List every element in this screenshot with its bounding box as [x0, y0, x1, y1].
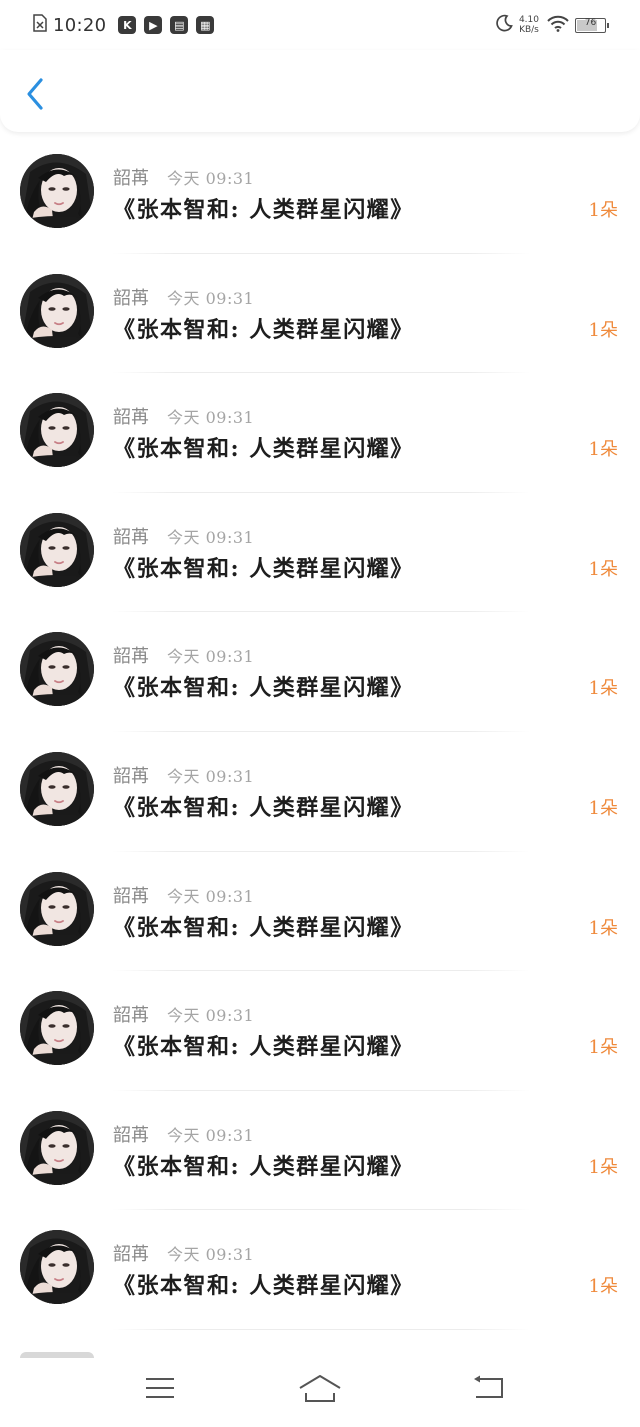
list-item[interactable]: 韶苒 今天 09:31 《张本智和: 人类群星闪耀》 1朵 [0, 732, 640, 852]
net-speed: 4.10 KB/s [519, 15, 539, 35]
avatar[interactable] [20, 154, 94, 228]
flower-count: 1朵 [588, 200, 618, 221]
item-meta: 韶苒 今天 09:31 [113, 403, 254, 429]
item-title: 《张本智和: 人类群星闪耀》 [113, 1153, 414, 1180]
item-title: 《张本智和: 人类群星闪耀》 [113, 1034, 414, 1061]
flower-count: 1朵 [588, 1156, 618, 1178]
flower-count: 1朵 [588, 319, 618, 341]
battery-tip [607, 22, 609, 28]
avatar[interactable] [20, 393, 94, 468]
item-meta: 韶苒 今天 09:31 [113, 1240, 254, 1266]
avatar[interactable] [20, 751, 94, 826]
sim-icon [33, 14, 47, 36]
avatar[interactable] [20, 991, 94, 1066]
item-meta: 韶苒 今天 09:31 [113, 642, 254, 668]
sender-nickname: 韶苒 [113, 646, 149, 668]
sender-nickname: 韶苒 [113, 287, 149, 309]
item-title: 《张本智和: 人类群星闪耀》 [113, 794, 414, 821]
moon-icon [495, 14, 513, 36]
item-meta: 韶苒 今天 09:31 [113, 762, 254, 788]
sender-nickname: 韶苒 [113, 526, 149, 548]
sent-time: 今天 09:31 [167, 1006, 255, 1026]
reader-app-icon: ▤ [170, 16, 189, 34]
wifi-icon [547, 15, 569, 36]
k-app-icon: K [118, 16, 137, 34]
header [0, 50, 640, 132]
sent-time: 今天 09:31 [167, 408, 255, 428]
chevron-left-icon [25, 77, 45, 115]
list-item[interactable]: 韶苒 今天 09:31 《张本智和: 人类群星闪耀》 1朵 [0, 1091, 640, 1211]
sent-time: 今天 09:31 [167, 527, 255, 547]
item-title: 《张本智和: 人类群星闪耀》 [113, 1273, 414, 1300]
item-title: 《张本智和: 人类群星闪耀》 [113, 555, 414, 582]
sent-time: 今天 09:31 [167, 647, 255, 667]
sender-nickname: 韶苒 [113, 885, 149, 907]
navigation-bar [0, 1358, 640, 1427]
avatar[interactable] [20, 632, 94, 707]
flower-count: 1朵 [588, 1276, 618, 1298]
list-item[interactable]: 韶苒 今天 09:31 《张本智和: 人类群星闪耀》 1朵 [0, 1210, 640, 1330]
item-title: 《张本智和: 人类群星闪耀》 [113, 914, 414, 941]
sent-time: 今天 09:31 [167, 1245, 255, 1265]
sender-nickname: 韶苒 [113, 1005, 149, 1027]
flower-count: 1朵 [588, 558, 618, 580]
sender-nickname: 韶苒 [113, 168, 149, 189]
list-item[interactable]: 韶苒 今天 09:31 《张本智和: 人类群星闪耀》 1朵 [0, 373, 640, 493]
list-item[interactable]: 韶苒 今天 09:31 《张本智和: 人类群星闪耀》 1朵 [0, 493, 640, 613]
back-button[interactable] [18, 76, 52, 116]
back-icon [472, 1375, 504, 1405]
item-title: 《张本智和: 人类群星闪耀》 [113, 436, 414, 463]
sender-nickname: 韶苒 [113, 765, 149, 787]
sent-time: 今天 09:31 [167, 169, 255, 188]
flower-count: 1朵 [588, 917, 618, 939]
system-back-button[interactable] [458, 1372, 518, 1408]
flower-count: 1朵 [588, 439, 618, 461]
video-app-icon: ▶ [144, 16, 163, 34]
sent-time: 今天 09:31 [167, 886, 255, 906]
row-divider [112, 1328, 530, 1330]
home-button[interactable] [290, 1372, 350, 1408]
avatar[interactable] [20, 871, 94, 946]
battery-icon: 76 [575, 17, 609, 33]
list-item[interactable]: 韶苒 今天 09:31 《张本智和: 人类群星闪耀》 1朵 [0, 254, 640, 374]
status-bar-right: 4.10 KB/s 76 [495, 12, 609, 38]
avatar[interactable] [20, 512, 94, 587]
item-title: 《张本智和: 人类群星闪耀》 [113, 197, 414, 223]
flower-count: 1朵 [588, 678, 618, 700]
battery-level: 76 [584, 17, 597, 28]
sender-nickname: 韶苒 [113, 1244, 149, 1266]
menu-button[interactable] [130, 1372, 190, 1408]
item-meta: 韶苒 今天 09:31 [113, 523, 254, 549]
home-icon [298, 1373, 342, 1407]
menu-icon [144, 1376, 176, 1404]
flower-count: 1朵 [588, 1037, 618, 1059]
net-speed-unit: KB/s [519, 25, 539, 35]
item-title: 《张本智和: 人类群星闪耀》 [113, 675, 414, 702]
item-meta: 韶苒 今天 09:31 [113, 882, 254, 908]
sent-time: 今天 09:31 [167, 766, 255, 786]
sent-time: 今天 09:31 [167, 288, 255, 308]
avatar[interactable] [20, 273, 94, 348]
sent-time: 今天 09:31 [167, 1125, 255, 1145]
status-time: 10:20 [53, 14, 107, 36]
list-item[interactable]: 韶苒 今天 09:31 《张本智和: 人类群星闪耀》 1朵 [0, 852, 640, 972]
list-item[interactable]: 韶苒 今天 09:31 《张本智和: 人类群星闪耀》 1朵 [0, 612, 640, 732]
item-title: 《张本智和: 人类群星闪耀》 [113, 316, 414, 343]
item-meta: 韶苒 今天 09:31 [113, 284, 254, 310]
avatar[interactable] [20, 1230, 94, 1305]
item-meta: 韶苒 今天 09:31 [113, 1001, 254, 1027]
net-speed-value: 4.10 [518, 15, 539, 25]
sender-nickname: 韶苒 [113, 1124, 149, 1146]
list-item[interactable]: 韶苒 今天 09:31 《张本智和: 人类群星闪耀》 1朵 [0, 134, 640, 254]
list-item[interactable]: 韶苒 今天 09:31 《张本智和: 人类群星闪耀》 1朵 [0, 971, 640, 1091]
status-bar-left: 10:20 K ▶ ▤ ▦ [33, 12, 222, 38]
item-meta: 韶苒 今天 09:31 [113, 164, 254, 190]
item-meta: 韶苒 今天 09:31 [113, 1121, 254, 1147]
sender-nickname: 韶苒 [113, 407, 149, 429]
gift-list: 韶苒 今天 09:31 《张本智和: 人类群星闪耀》 1朵 韶苒 今天 09:3… [0, 134, 640, 1352]
flower-count: 1朵 [588, 797, 618, 819]
status-bar: 10:20 K ▶ ▤ ▦ 4.10 KB/s 76 [0, 0, 640, 50]
avatar[interactable] [20, 1110, 94, 1185]
calendar-app-icon: ▦ [196, 16, 215, 34]
